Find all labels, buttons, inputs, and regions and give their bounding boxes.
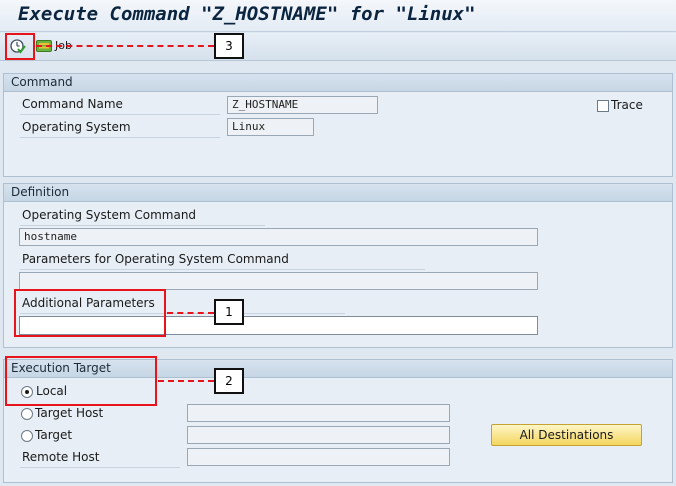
target-radio[interactable]: [21, 430, 33, 442]
callout-3: 3: [214, 33, 244, 59]
callout-connector-3: [36, 45, 214, 47]
trace-label: Trace: [611, 98, 643, 112]
os-command-label: Operating System Command: [22, 208, 197, 222]
definition-group-header: Definition: [4, 184, 672, 202]
os-command-parameters-field: [19, 272, 538, 290]
target-host-radio[interactable]: [21, 408, 33, 420]
os-command-field: hostname: [19, 228, 538, 246]
target-label: Target: [35, 428, 73, 442]
remote-host-field: [187, 448, 450, 466]
command-name-field: Z_HOSTNAME: [227, 96, 378, 114]
remote-host-label: Remote Host: [22, 450, 100, 464]
label-underline: [20, 467, 180, 468]
label-underline: [20, 225, 265, 226]
os-command-parameters-label: Parameters for Operating System Command: [22, 252, 289, 266]
all-destinations-button[interactable]: All Destinations: [491, 424, 642, 446]
trace-checkbox[interactable]: [597, 100, 609, 112]
callout-2: 2: [214, 368, 244, 394]
target-host-field: [187, 404, 450, 422]
application-toolbar: Job: [0, 33, 676, 61]
callout-connector-1: [167, 312, 214, 314]
page-title: Execute Command "Z_HOSTNAME" for "Linux": [18, 3, 476, 25]
command-name-label: Command Name: [22, 97, 123, 111]
highlight-execution-target: [5, 356, 157, 406]
label-underline: [20, 269, 425, 270]
label-underline: [20, 114, 220, 115]
label-underline: [20, 137, 220, 138]
callout-1: 1: [214, 299, 244, 325]
title-bar: Execute Command "Z_HOSTNAME" for "Linux": [0, 0, 676, 32]
callout-connector-2: [158, 380, 214, 382]
command-group-header: Command: [4, 74, 672, 92]
operating-system-field: Linux: [227, 118, 314, 136]
operating-system-label: Operating System: [22, 120, 131, 134]
target-field: [187, 426, 450, 444]
target-host-label: Target Host: [35, 406, 104, 420]
highlight-additional-parameters: [14, 289, 166, 337]
highlight-execute-button: [5, 33, 35, 60]
